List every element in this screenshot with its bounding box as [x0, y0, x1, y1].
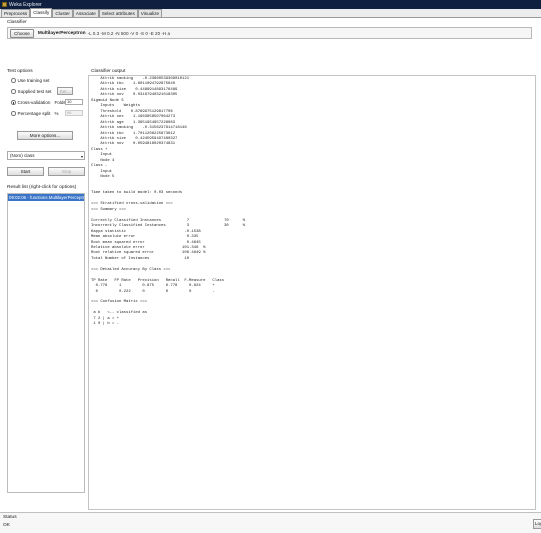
tab-select-attributes[interactable]: Select attributes: [98, 9, 138, 17]
supplied-test-set-option[interactable]: Supplied test set: [11, 89, 51, 94]
log-button[interactable]: Log: [533, 519, 541, 529]
tab-bar: Preprocess Classify Cluster Associate Se…: [0, 8, 541, 18]
result-list-label: Result list (right-click for options): [7, 185, 77, 190]
percentage-split-label: Percentage split: [17, 111, 51, 116]
chevron-down-icon: ▾: [80, 154, 83, 159]
output-line: 1 0 | b = -: [91, 322, 120, 327]
class-select-value: (Nom) class: [10, 153, 35, 158]
folds-label: Folds: [54, 100, 66, 105]
folds-input[interactable]: 10: [65, 99, 83, 105]
use-training-set-radio[interactable]: [11, 78, 16, 83]
use-training-set-option[interactable]: Use training set: [11, 78, 49, 83]
cross-validation-label: Cross-validation: [17, 100, 51, 105]
classifier-args: -L 0.3 -M 0.2 -N 500 -V 0 -S 0 -E 20 -H …: [87, 30, 171, 36]
weka-app-icon: [2, 2, 7, 7]
test-options-label: Test options: [7, 69, 33, 74]
percent-input[interactable]: 66: [65, 110, 83, 116]
start-button[interactable]: Start: [7, 167, 44, 176]
output-line: === Summary ===: [91, 207, 127, 212]
supplied-test-set-radio[interactable]: [11, 89, 16, 94]
tab-cluster[interactable]: Cluster: [52, 9, 73, 17]
result-list-item[interactable]: 09:02:06 - functions.MultilayerPerceptro…: [8, 194, 84, 201]
stop-button[interactable]: Stop: [48, 167, 85, 176]
set-button[interactable]: Set...: [57, 87, 73, 95]
status-label: Status: [3, 515, 17, 520]
classifier-output-label: Classifier output: [91, 69, 126, 74]
supplied-test-set-label: Supplied test set: [17, 89, 52, 94]
choose-button[interactable]: Choose: [10, 28, 34, 38]
percent-label: %: [54, 111, 59, 116]
result-list[interactable]: 09:02:06 - functions.MultilayerPerceptro…: [7, 193, 85, 493]
tab-preprocess[interactable]: Preprocess: [1, 9, 31, 17]
tab-associate[interactable]: Associate: [72, 9, 99, 17]
status-bar: [0, 512, 541, 533]
cross-validation-option[interactable]: Cross-validation Folds: [11, 100, 66, 105]
classifier-group-label: Classifier: [7, 20, 27, 25]
output-line: Time taken to build model: 0.03 seconds: [91, 191, 183, 196]
classifier-name: MultilayerPerceptron: [37, 30, 86, 36]
tab-classify[interactable]: Classify: [30, 8, 53, 17]
output-line: Node 5: [91, 175, 115, 180]
output-line: === Detailed Accuracy By Class ===: [91, 267, 171, 272]
left-panel: Test options Use training set Supplied t…: [7, 41, 85, 511]
cross-validation-radio[interactable]: [11, 100, 16, 105]
output-line: Total Number of Instances 10: [91, 256, 190, 261]
use-training-set-label: Use training set: [17, 78, 50, 83]
class-select[interactable]: (Nom) class ▾: [7, 151, 85, 160]
window-titlebar: Weka Explorer: [0, 0, 541, 9]
percentage-split-option[interactable]: Percentage split %: [11, 111, 59, 116]
classifier-output-area[interactable]: Attrib smoking -0.23660539309010121 Attr…: [88, 75, 536, 510]
window-title: Weka Explorer: [9, 1, 42, 8]
tab-visualize[interactable]: Visualize: [137, 9, 163, 17]
more-options-button[interactable]: More options...: [17, 131, 73, 140]
percentage-split-radio[interactable]: [11, 111, 16, 116]
output-line: === Confusion Matrix ===: [91, 300, 148, 305]
output-line: 0 0.222 0 0 0 -: [91, 289, 215, 294]
classifier-config-row[interactable]: Choose MultilayerPerceptron -L 0.3 -M 0.…: [7, 27, 532, 39]
status-value: OK: [3, 523, 10, 528]
